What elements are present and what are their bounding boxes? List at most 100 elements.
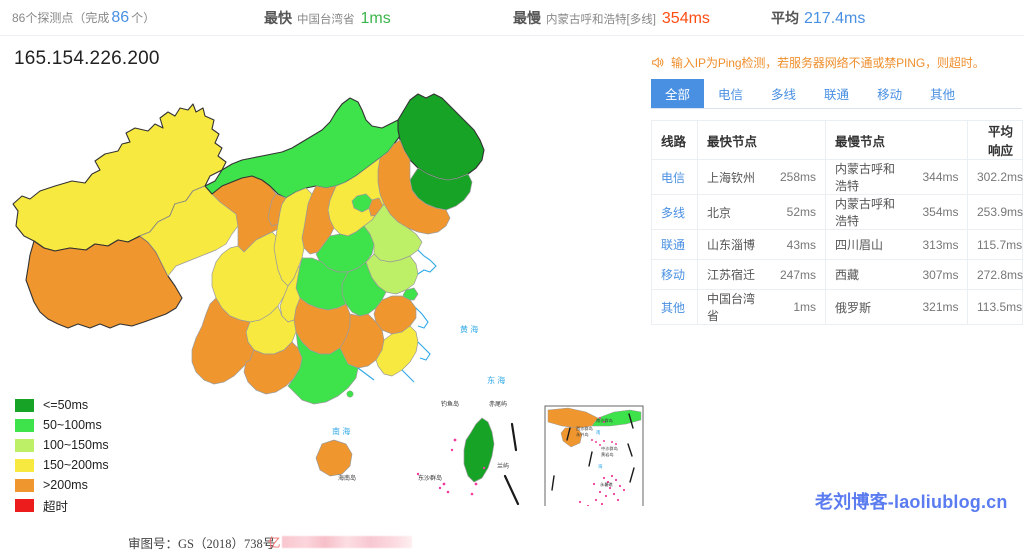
tab-all[interactable]: 全部 [651, 79, 705, 108]
sea-label-huanghai: 黄 海 [460, 324, 478, 334]
tab-unicom[interactable]: 联通 [810, 79, 863, 108]
ping-hint: 输入IP为Ping检测，若服务器网络不通或禁PING，则超时。 [651, 54, 985, 71]
col-header-average: 平均响应 [967, 120, 1023, 160]
cell-slowest-node: 内蒙古呼和浩特 [825, 194, 914, 230]
cell-line[interactable]: 其他 [651, 289, 698, 325]
table-row[interactable]: 其他 中国台湾省 1ms 俄罗斯 321ms 113.5ms [651, 289, 1023, 325]
redaction-bar [281, 535, 412, 548]
probe-count: 86个探测点（完成 86 个） [12, 9, 155, 27]
probe-count-value: 86 [111, 8, 130, 26]
cell-average: 272.8ms [967, 259, 1023, 290]
legend-swatch-5 [15, 498, 34, 512]
results-table-head: 线路 最快节点 最慢节点 平均响应 [651, 120, 1023, 160]
average-summary: 平均 217.4ms [771, 8, 865, 28]
col-header-line: 线路 [651, 120, 698, 160]
col-header-fastest-ms [767, 120, 826, 160]
slowest-label: 最慢 [513, 9, 541, 26]
tab-telecom[interactable]: 电信 [704, 79, 757, 108]
island-label-hainandao: 海南岛 [338, 474, 356, 482]
island-label-dongshaqundao: 东沙群岛 [418, 474, 442, 482]
province-hainan[interactable] [315, 439, 353, 477]
line-tabs[interactable]: 全部 电信 多线 联通 移动 其他 [651, 79, 1022, 109]
results-table-body: 电信 上海钦州 258ms 内蒙古呼和浩特 344ms 302.2ms 多线 北… [651, 159, 1023, 325]
svg-text:海: 海 [598, 463, 603, 470]
region-hongkong[interactable] [346, 390, 354, 398]
cell-fastest-node: 江苏宿迁 [697, 259, 768, 290]
legend-item: 50~100ms [15, 415, 165, 435]
inset-label-xishaqundao: 西沙群岛 [576, 425, 593, 432]
col-header-slowest-ms [913, 120, 968, 160]
tab-mobile[interactable]: 移动 [863, 79, 916, 108]
cell-slowest-ms: 313ms [913, 229, 968, 260]
speaker-icon [652, 57, 664, 68]
average-label: 平均 [771, 9, 799, 26]
legend-item: <=50ms [15, 395, 165, 415]
average-value: 217.4ms [804, 9, 866, 27]
cell-line[interactable]: 移动 [651, 259, 698, 290]
sea-label-nanhai: 南 海 [332, 426, 350, 436]
inset-label-zhongshaqundao: 中沙群岛 [601, 445, 618, 452]
cell-fastest-ms: 258ms [767, 159, 826, 195]
cell-fastest-ms: 43ms [767, 229, 826, 260]
table-row[interactable]: 电信 上海钦州 258ms 内蒙古呼和浩特 344ms 302.2ms [651, 159, 1023, 195]
legend-swatch-4 [15, 478, 34, 492]
site-watermark: 老刘博客-laoliublog.cn [815, 492, 1008, 512]
cell-fastest-ms: 52ms [767, 194, 826, 230]
table-row[interactable]: 多线 北京 52ms 内蒙古呼和浩特 354ms 253.9ms [651, 194, 1023, 230]
island-label-chiweiyu: 赤尾屿 [489, 400, 507, 408]
col-header-fastest-node: 最快节点 [697, 120, 768, 160]
legend-label-3: 150~200ms [43, 458, 109, 472]
south-china-sea-inset[interactable]: 南海 永兴岛 中沙群岛 黄岩岛 曾母暗沙 西沙群岛 南沙群岛 永暑礁 南海诸岛 … [544, 405, 644, 506]
legend-label-0: <=50ms [43, 398, 89, 412]
cell-slowest-node: 内蒙古呼和浩特 [825, 159, 914, 195]
cell-fastest-node: 上海钦州 [697, 159, 768, 195]
probe-count-prefix: 86个探测点（完成 [12, 10, 110, 25]
sea-label-donghai: 东 海 [487, 375, 505, 385]
map-legend: <=50ms 50~100ms 100~150ms 150~200ms >200… [15, 395, 165, 515]
cell-average: 115.7ms [967, 229, 1023, 260]
cell-slowest-ms: 307ms [913, 259, 968, 290]
col-header-slowest-node: 最慢节点 [825, 120, 914, 160]
cell-line[interactable]: 电信 [651, 159, 698, 195]
province-taiwan[interactable] [463, 417, 495, 483]
cell-slowest-ms: 354ms [913, 194, 968, 230]
cell-slowest-node: 西藏 [825, 259, 914, 290]
inset-label-yongshujiao: 永暑礁 [600, 481, 613, 488]
cell-fastest-node: 北京 [697, 194, 768, 230]
cell-average: 302.2ms [967, 159, 1023, 195]
legend-label-4: >200ms [43, 478, 88, 492]
inset-label-yongxingdao: 永兴岛 [576, 431, 589, 438]
fastest-summary: 最快 中国台湾省 1ms [264, 8, 391, 28]
slowest-location: 内蒙古呼和浩特[多线] [546, 13, 656, 26]
table-header-row: 线路 最快节点 最慢节点 平均响应 [651, 120, 1023, 160]
fastest-location: 中国台湾省 [297, 13, 355, 26]
cell-slowest-node: 四川眉山 [825, 229, 914, 260]
legend-swatch-3 [15, 458, 34, 472]
cell-fastest-node: 中国台湾省 [697, 289, 768, 325]
tab-other[interactable]: 其他 [916, 79, 969, 108]
cell-line[interactable]: 联通 [651, 229, 698, 260]
map-panel: 165.154.226.200 黄 海 东 海 南 海 钓鱼岛 赤尾屿 兰屿 海… [0, 36, 645, 551]
slowest-value: 354ms [661, 9, 710, 27]
results-panel: 输入IP为Ping检测，若服务器网络不通或禁PING，则超时。 全部 电信 多线… [645, 36, 1024, 533]
legend-swatch-0 [15, 398, 34, 412]
inset-label-huangyandao: 黄岩岛 [601, 451, 614, 458]
probe-count-suffix: 个） [131, 10, 156, 25]
table-row[interactable]: 移动 江苏宿迁 247ms 西藏 307ms 272.8ms [651, 259, 1023, 290]
legend-item: 150~200ms [15, 455, 165, 475]
tab-multi[interactable]: 多线 [757, 79, 810, 108]
slowest-summary: 最慢 内蒙古呼和浩特[多线] 354ms [513, 8, 710, 28]
island-label-lanyu: 兰屿 [497, 462, 509, 470]
legend-label-5: 超时 [43, 499, 69, 514]
legend-item: 超时 [15, 495, 165, 515]
cell-line[interactable]: 多线 [651, 194, 698, 230]
inset-label-nanshaqundao: 南沙群岛 [596, 417, 613, 424]
table-row[interactable]: 联通 山东淄博 43ms 四川眉山 313ms 115.7ms [651, 229, 1023, 260]
fastest-label: 最快 [264, 9, 292, 26]
results-table: 线路 最快节点 最慢节点 平均响应 电信 上海钦州 258ms 内蒙古呼和浩特 … [651, 120, 1023, 325]
island-label-diaoyudao: 钓鱼岛 [441, 400, 459, 408]
summary-bar: 86个探测点（完成 86 个） 最快 中国台湾省 1ms 最慢 内蒙古呼和浩特[多线… [0, 0, 1024, 36]
ping-hint-text: 输入IP为Ping检测，若服务器网络不通或禁PING，则超时。 [671, 56, 985, 70]
map-approval-number: 审图号：GS（2018）738号 [128, 537, 276, 551]
province-heilongjiang[interactable] [397, 93, 485, 181]
